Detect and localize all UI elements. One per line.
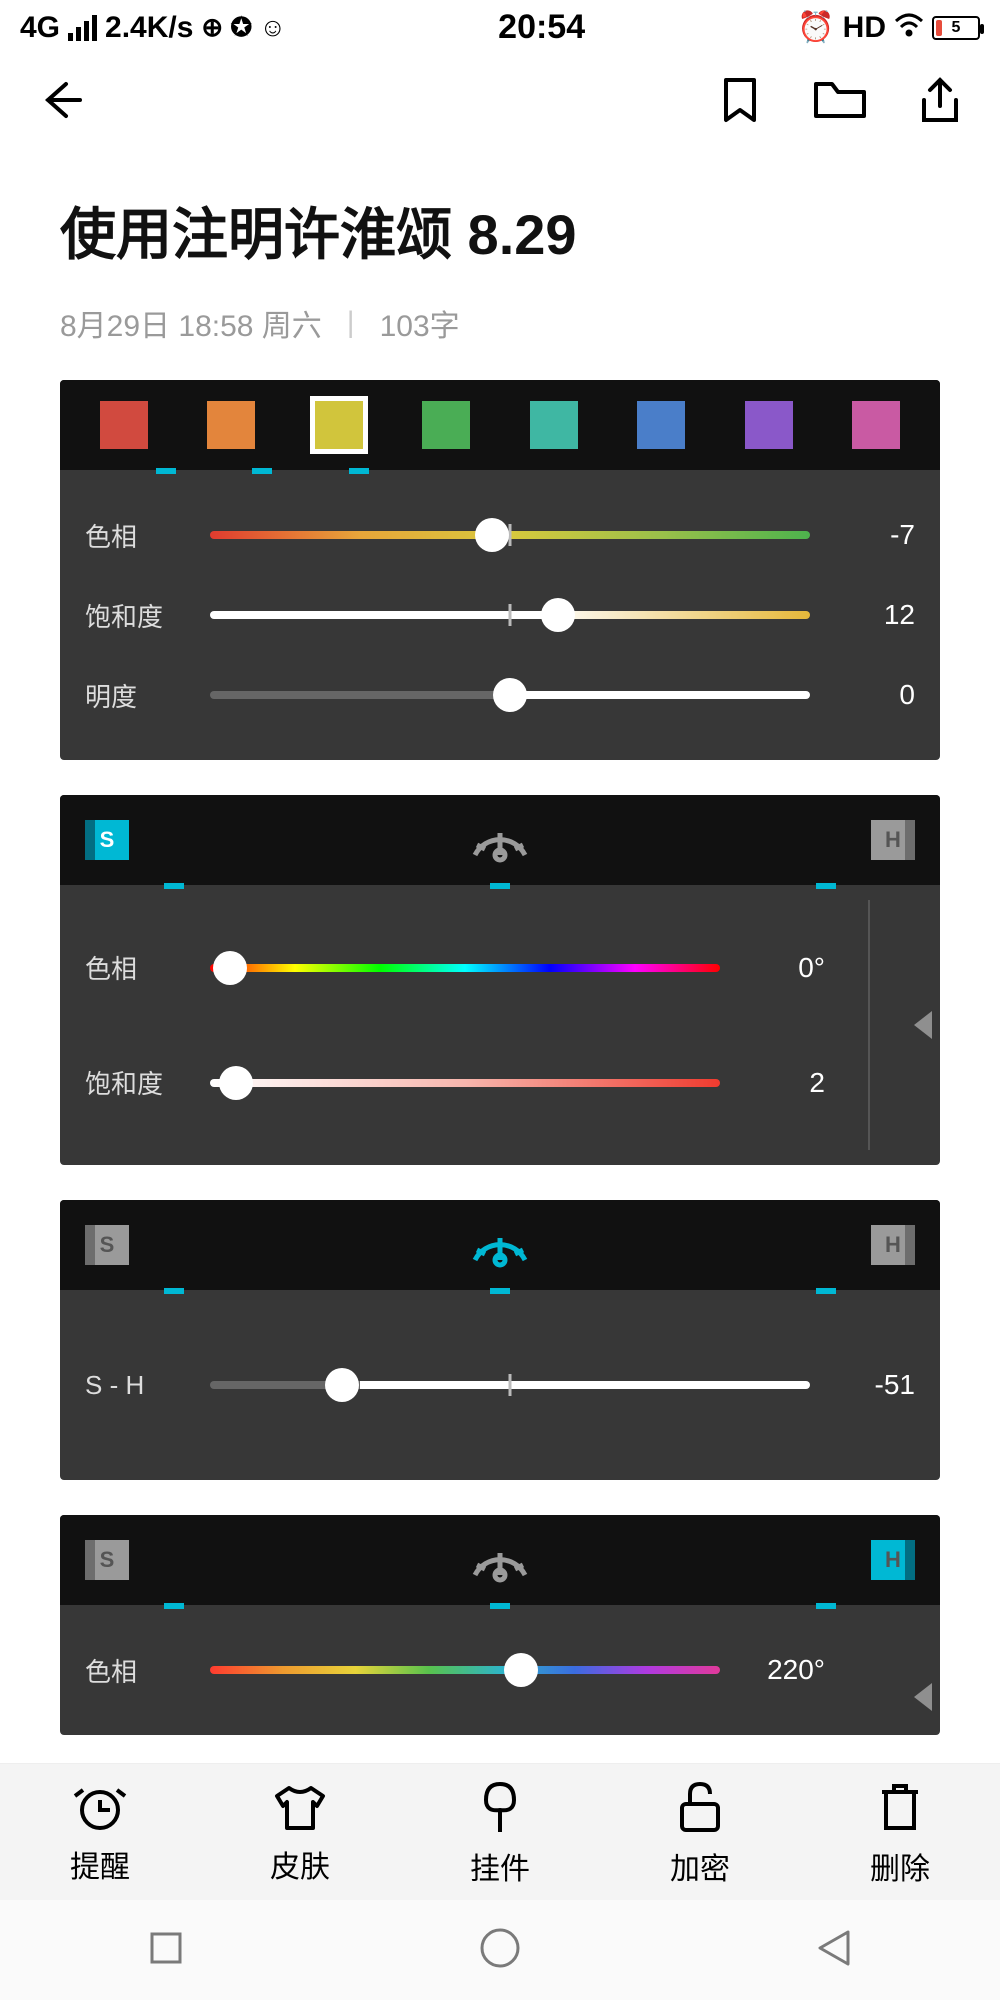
sh-label: S - H bbox=[85, 1370, 185, 1401]
color-swatch[interactable] bbox=[637, 401, 685, 449]
hue-value: 0° bbox=[745, 952, 825, 984]
clock: 20:54 bbox=[286, 8, 797, 47]
lock-button[interactable]: 加密 bbox=[670, 1780, 730, 1888]
battery-indicator: 5 bbox=[932, 16, 980, 40]
color-swatch[interactable] bbox=[530, 401, 578, 449]
sh-panel-h: S H 色相 220° bbox=[60, 1515, 940, 1735]
folder-button[interactable] bbox=[810, 70, 870, 130]
h-badge[interactable]: H bbox=[871, 820, 915, 860]
status-bar: 4G 2.4K/s ⊕ ✪ ☺ 20:54 ⏰ HD 5 bbox=[0, 0, 1000, 55]
lightness-slider[interactable] bbox=[210, 691, 810, 699]
color-panel: 色相 -7 饱和度 12 明度 0 bbox=[60, 380, 940, 760]
app-header bbox=[0, 55, 1000, 145]
sh-slider[interactable] bbox=[210, 1381, 810, 1389]
expand-handle[interactable] bbox=[914, 1011, 932, 1039]
home-button[interactable] bbox=[478, 1926, 522, 1975]
note-meta: 8月29日 18:58 周六 | 103字 bbox=[0, 281, 1000, 380]
delete-button[interactable]: 删除 bbox=[870, 1780, 930, 1888]
saturation-value: 2 bbox=[745, 1067, 825, 1099]
note-word-count: 103字 bbox=[380, 301, 460, 345]
skin-button[interactable]: 皮肤 bbox=[270, 1782, 330, 1886]
color-swatch[interactable] bbox=[100, 401, 148, 449]
share-button[interactable] bbox=[910, 70, 970, 130]
hue-label: 色相 bbox=[85, 1652, 185, 1689]
note-date: 8月29日 18:58 周六 bbox=[60, 301, 322, 345]
status-icons: ⊕ ✪ ☺ bbox=[201, 12, 286, 43]
color-swatch[interactable] bbox=[315, 401, 363, 449]
saturation-label: 饱和度 bbox=[85, 1064, 185, 1101]
color-swatch[interactable] bbox=[207, 401, 255, 449]
back-button[interactable] bbox=[30, 70, 90, 130]
color-swatch[interactable] bbox=[852, 401, 900, 449]
sh-value: -51 bbox=[835, 1369, 915, 1401]
hue-value: -7 bbox=[835, 519, 915, 551]
wifi-icon bbox=[894, 11, 924, 45]
lightness-label: 明度 bbox=[85, 677, 185, 714]
back-nav-button[interactable] bbox=[814, 1928, 854, 1973]
note-toolbar: 提醒 皮肤 挂件 加密 删除 bbox=[0, 1763, 1000, 1903]
recent-apps-button[interactable] bbox=[146, 1928, 186, 1973]
hue-label: 色相 bbox=[85, 517, 185, 554]
network-indicator: 4G bbox=[20, 11, 60, 45]
expand-handle[interactable] bbox=[914, 1683, 932, 1711]
color-swatch[interactable] bbox=[422, 401, 470, 449]
data-speed: 2.4K/s bbox=[105, 11, 193, 45]
saturation-slider[interactable] bbox=[210, 611, 810, 619]
hue-slider[interactable] bbox=[210, 964, 720, 972]
note-title: 使用注明许淮颂 8.29 bbox=[0, 145, 1000, 281]
android-navbar bbox=[0, 1900, 1000, 2000]
alarm-icon: ⏰ bbox=[797, 10, 834, 45]
hd-indicator: HD bbox=[843, 11, 886, 45]
saturation-label: 饱和度 bbox=[85, 597, 185, 634]
bookmark-button[interactable] bbox=[710, 70, 770, 130]
h-badge[interactable]: H bbox=[871, 1225, 915, 1265]
widget-button[interactable]: 挂件 bbox=[470, 1780, 530, 1888]
h-badge[interactable]: H bbox=[871, 1540, 915, 1580]
saturation-value: 12 bbox=[835, 599, 915, 631]
remind-button[interactable]: 提醒 bbox=[70, 1782, 130, 1886]
hue-slider[interactable] bbox=[210, 531, 810, 539]
sh-balance-panel: S H S - H -51 bbox=[60, 1200, 940, 1480]
color-swatch[interactable] bbox=[745, 401, 793, 449]
signal-icon bbox=[68, 15, 97, 41]
saturation-slider[interactable] bbox=[210, 1079, 720, 1087]
sh-panel-s: S H 色相 0° 饱和度 2 bbox=[60, 795, 940, 1165]
hue-value: 220° bbox=[745, 1654, 825, 1686]
lightness-value: 0 bbox=[835, 679, 915, 711]
hue-slider[interactable] bbox=[210, 1666, 720, 1674]
hue-label: 色相 bbox=[85, 949, 185, 986]
